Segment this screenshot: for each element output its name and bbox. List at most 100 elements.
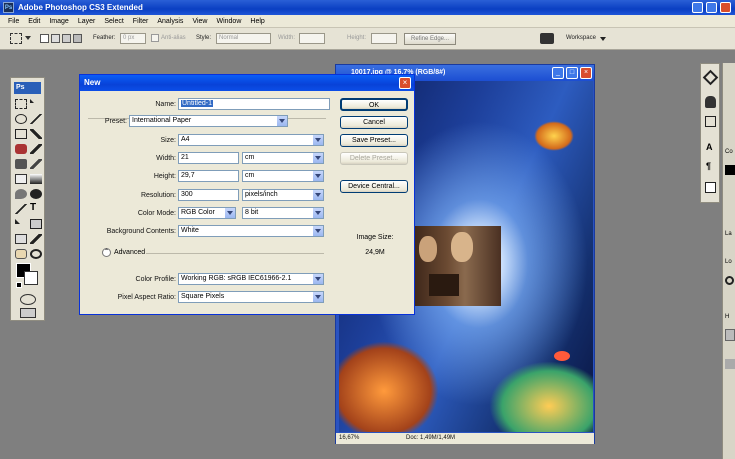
advanced-label[interactable]: Advanced xyxy=(114,249,145,256)
eyedropper-tool-icon[interactable] xyxy=(30,234,42,244)
menu-window[interactable]: Window xyxy=(216,18,241,25)
background-color-swatch[interactable] xyxy=(24,271,38,285)
subtract-selection-icon[interactable] xyxy=(62,34,71,43)
type-tool-icon[interactable]: T xyxy=(30,202,42,213)
zoom-tool-icon[interactable] xyxy=(30,249,42,259)
doc-close-icon[interactable]: × xyxy=(580,67,592,79)
default-colors-icon[interactable] xyxy=(16,282,22,288)
screen-mode-icon[interactable] xyxy=(20,308,36,318)
new-selection-icon[interactable] xyxy=(40,34,49,43)
marquee-tool-icon[interactable] xyxy=(15,99,27,109)
save-preset-button[interactable]: Save Preset... xyxy=(340,134,408,147)
menu-help[interactable]: Help xyxy=(250,18,264,25)
bit-depth-select[interactable]: 8 bit xyxy=(242,207,324,219)
path-selection-tool-icon[interactable] xyxy=(15,219,20,224)
device-central-button[interactable]: Device Central... xyxy=(340,180,408,193)
height-unit-select[interactable]: cm xyxy=(242,170,324,182)
marquee-preset-icon[interactable] xyxy=(10,33,22,44)
name-input[interactable]: Untitled-1 xyxy=(178,98,330,110)
hand-tool-icon[interactable] xyxy=(15,249,27,259)
history-panel-label[interactable]: H xyxy=(725,314,729,320)
image-size-value: 24,9M xyxy=(365,249,385,256)
style-select[interactable]: Normal xyxy=(216,33,271,44)
bridge-icon[interactable] xyxy=(540,33,554,44)
zoom-level[interactable]: 16,67% xyxy=(339,435,359,441)
workspace-chevron-icon[interactable] xyxy=(600,37,606,41)
history-brush-tool-icon[interactable] xyxy=(30,159,42,169)
pixel-aspect-label: Pixel Aspect Ratio: xyxy=(117,294,176,301)
person-figure xyxy=(451,232,473,262)
character-icon[interactable]: A xyxy=(706,142,713,152)
pixel-aspect-select[interactable]: Square Pixels xyxy=(178,291,324,303)
color-mode-select[interactable]: RGB Color xyxy=(178,207,236,219)
eraser-tool-icon[interactable] xyxy=(15,174,27,184)
close-app-icon[interactable] xyxy=(720,2,731,13)
width-input[interactable] xyxy=(299,33,325,44)
height-unit-value: cm xyxy=(245,172,255,179)
navigator-icon[interactable] xyxy=(702,69,719,86)
minimize-app-icon[interactable] xyxy=(692,2,703,13)
menu-edit[interactable]: Edit xyxy=(28,18,40,25)
pen-tool-icon[interactable] xyxy=(15,204,27,214)
menu-analysis[interactable]: Analysis xyxy=(157,18,183,25)
advanced-toggle-icon[interactable]: ⌃ xyxy=(102,248,111,257)
crop-tool-icon[interactable] xyxy=(15,129,27,139)
intersect-selection-icon[interactable] xyxy=(73,34,82,43)
maximize-app-icon[interactable] xyxy=(706,2,717,13)
resolution-input[interactable]: 300 xyxy=(178,189,239,201)
notes-tool-icon[interactable] xyxy=(15,234,27,244)
visibility-eye-icon[interactable] xyxy=(725,276,734,285)
background-contents-select[interactable]: White xyxy=(178,225,324,237)
slice-tool-icon[interactable] xyxy=(30,129,42,139)
width-input[interactable]: 21 xyxy=(178,152,239,164)
feather-label: Feather: xyxy=(93,35,116,41)
chevron-down-icon xyxy=(315,229,321,233)
healing-brush-tool-icon[interactable] xyxy=(15,144,27,154)
menu-filter[interactable]: Filter xyxy=(133,18,149,25)
histogram-icon[interactable] xyxy=(705,96,716,108)
menu-image[interactable]: Image xyxy=(49,18,68,25)
height-input[interactable] xyxy=(371,33,397,44)
blur-tool-icon[interactable] xyxy=(15,189,27,199)
workspace-button[interactable]: Workspace xyxy=(566,35,596,41)
add-selection-icon[interactable] xyxy=(51,34,60,43)
quick-mask-icon[interactable] xyxy=(20,294,36,305)
menu-view[interactable]: View xyxy=(192,18,207,25)
doc-maximize-icon[interactable]: □ xyxy=(566,67,578,79)
dodge-tool-icon[interactable] xyxy=(30,189,42,199)
preset-select[interactable]: International Paper xyxy=(129,115,288,127)
paragraph-icon[interactable]: ¶ xyxy=(706,161,711,171)
lasso-tool-icon[interactable] xyxy=(15,114,27,124)
width-unit-select[interactable]: cm xyxy=(242,152,324,164)
cancel-button[interactable]: Cancel xyxy=(340,116,408,129)
doc-minimize-icon[interactable]: _ xyxy=(552,67,564,79)
image-size-label: Image Size: xyxy=(356,234,394,241)
dialog-close-icon[interactable]: × xyxy=(399,77,411,89)
delete-preset-button[interactable]: Delete Preset... xyxy=(340,152,408,165)
ok-button[interactable]: OK xyxy=(340,98,408,111)
chevron-down-icon xyxy=(315,211,321,215)
rectangle-tool-icon[interactable] xyxy=(30,219,42,229)
menu-select[interactable]: Select xyxy=(104,18,123,25)
refine-edge-button[interactable]: Refine Edge... xyxy=(404,33,457,45)
magic-wand-tool-icon[interactable] xyxy=(30,114,42,124)
chevron-down-icon[interactable] xyxy=(25,36,31,40)
menu-layer[interactable]: Layer xyxy=(78,18,96,25)
info-icon[interactable] xyxy=(705,116,716,127)
menu-file[interactable]: File xyxy=(8,18,19,25)
tool-presets-icon[interactable] xyxy=(705,182,716,193)
color-panel-label[interactable]: Co xyxy=(725,149,733,155)
color-profile-label: Color Profile: xyxy=(135,276,176,283)
move-tool-icon[interactable] xyxy=(30,99,34,103)
antialias-checkbox[interactable] xyxy=(151,34,159,42)
feather-input[interactable]: 0 px xyxy=(120,33,146,44)
clone-stamp-tool-icon[interactable] xyxy=(15,159,27,169)
history-state[interactable] xyxy=(725,359,735,369)
height-input[interactable]: 29,7 xyxy=(178,170,239,182)
size-select[interactable]: A4 xyxy=(178,134,324,146)
color-profile-select[interactable]: Working RGB: sRGB IEC61966-2.1 xyxy=(178,273,324,285)
brush-tool-icon[interactable] xyxy=(30,144,42,154)
resolution-unit-select[interactable]: pixels/inch xyxy=(242,189,324,201)
gradient-tool-icon[interactable] xyxy=(30,174,42,184)
layers-panel-label[interactable]: La xyxy=(725,231,732,237)
